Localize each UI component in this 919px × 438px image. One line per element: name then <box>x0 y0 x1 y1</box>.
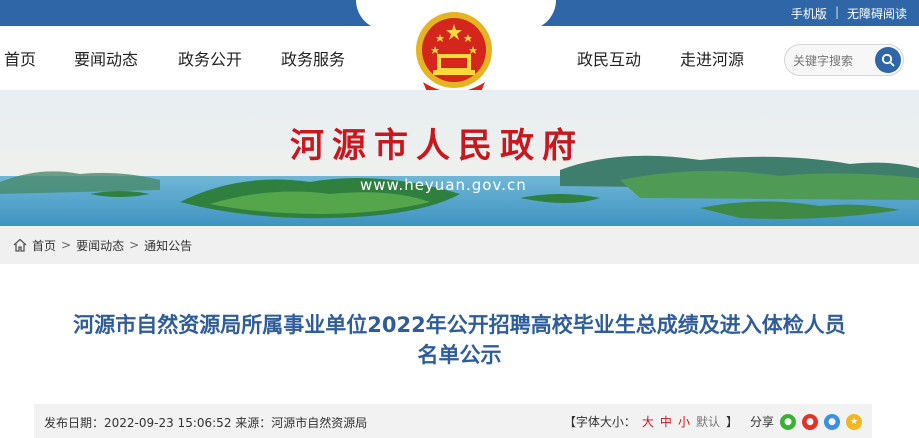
qzone-share-icon[interactable]: ★ <box>846 413 862 430</box>
search-button[interactable] <box>875 47 901 73</box>
font-size-default-button[interactable]: 默认 <box>696 413 720 430</box>
home-icon <box>13 238 27 252</box>
search-input[interactable] <box>793 51 873 71</box>
font-size-label: 【字体大小： <box>563 415 636 429</box>
nav-item-news[interactable]: 要闻动态 <box>74 46 138 70</box>
publish-info: 发布日期：2022-09-23 15:06:52 来源：河源市自然资源局 <box>44 416 368 430</box>
mobile-version-link[interactable]: 手机版 <box>791 5 827 22</box>
qq-share-icon[interactable]: ● <box>824 413 840 430</box>
breadcrumb-home[interactable]: 首页 <box>32 237 56 254</box>
font-size-medium-button[interactable]: 中 <box>660 413 672 430</box>
nav-item-home[interactable]: 首页 <box>4 46 36 70</box>
top-links: 手机版 | 无障碍阅读 <box>791 5 907 22</box>
share-label: 分享 <box>749 415 774 429</box>
search-box <box>784 44 904 76</box>
site-url: www.heyuan.gov.cn <box>360 176 527 194</box>
article-title-line-2: 名单公示 <box>417 343 502 367</box>
breadcrumb-arrow-icon: > <box>129 238 140 252</box>
article-title-line-1: 河源市自然资源局所属事业单位2022年公开招聘高校毕业生总成绩及进入体检人员 <box>73 313 846 337</box>
nav-item-gov-service[interactable]: 政务服务 <box>281 46 345 70</box>
search-icon <box>881 53 895 67</box>
breadcrumb-notices[interactable]: 通知公告 <box>144 237 192 254</box>
font-size-bracket-close: 】 <box>725 415 738 429</box>
top-link-separator: | <box>834 5 839 19</box>
breadcrumb-news[interactable]: 要闻动态 <box>76 237 124 254</box>
nav-item-gov-open[interactable]: 政务公开 <box>178 46 242 70</box>
site-title: 河源市人民政府 <box>290 126 584 166</box>
accessible-reading-link[interactable]: 无障碍阅读 <box>847 5 907 22</box>
banner: 河源市人民政府 www.heyuan.gov.cn <box>0 90 919 226</box>
wechat-share-icon[interactable]: ● <box>780 413 796 430</box>
font-size-large-button[interactable]: 大 <box>642 413 654 430</box>
nav-item-interaction[interactable]: 政民互动 <box>577 46 641 70</box>
article-tools: 【字体大小： 大 中 小 默认 】 分享 ● ● ● ★ <box>564 413 862 430</box>
font-size-small-button[interactable]: 小 <box>678 413 690 430</box>
article-title: 河源市自然资源局所属事业单位2022年公开招聘高校毕业生总成绩及进入体检人员 名… <box>0 310 919 370</box>
article-meta-bar: 发布日期：2022-09-23 15:06:52 来源：河源市自然资源局 【字体… <box>34 404 872 438</box>
national-emblem-icon <box>416 12 492 99</box>
breadcrumb: 首页 > 要闻动态 > 通知公告 <box>0 226 919 264</box>
nav-item-about-heyuan[interactable]: 走进河源 <box>680 46 744 70</box>
weibo-share-icon[interactable]: ● <box>802 413 818 430</box>
breadcrumb-arrow-icon: > <box>61 238 72 252</box>
